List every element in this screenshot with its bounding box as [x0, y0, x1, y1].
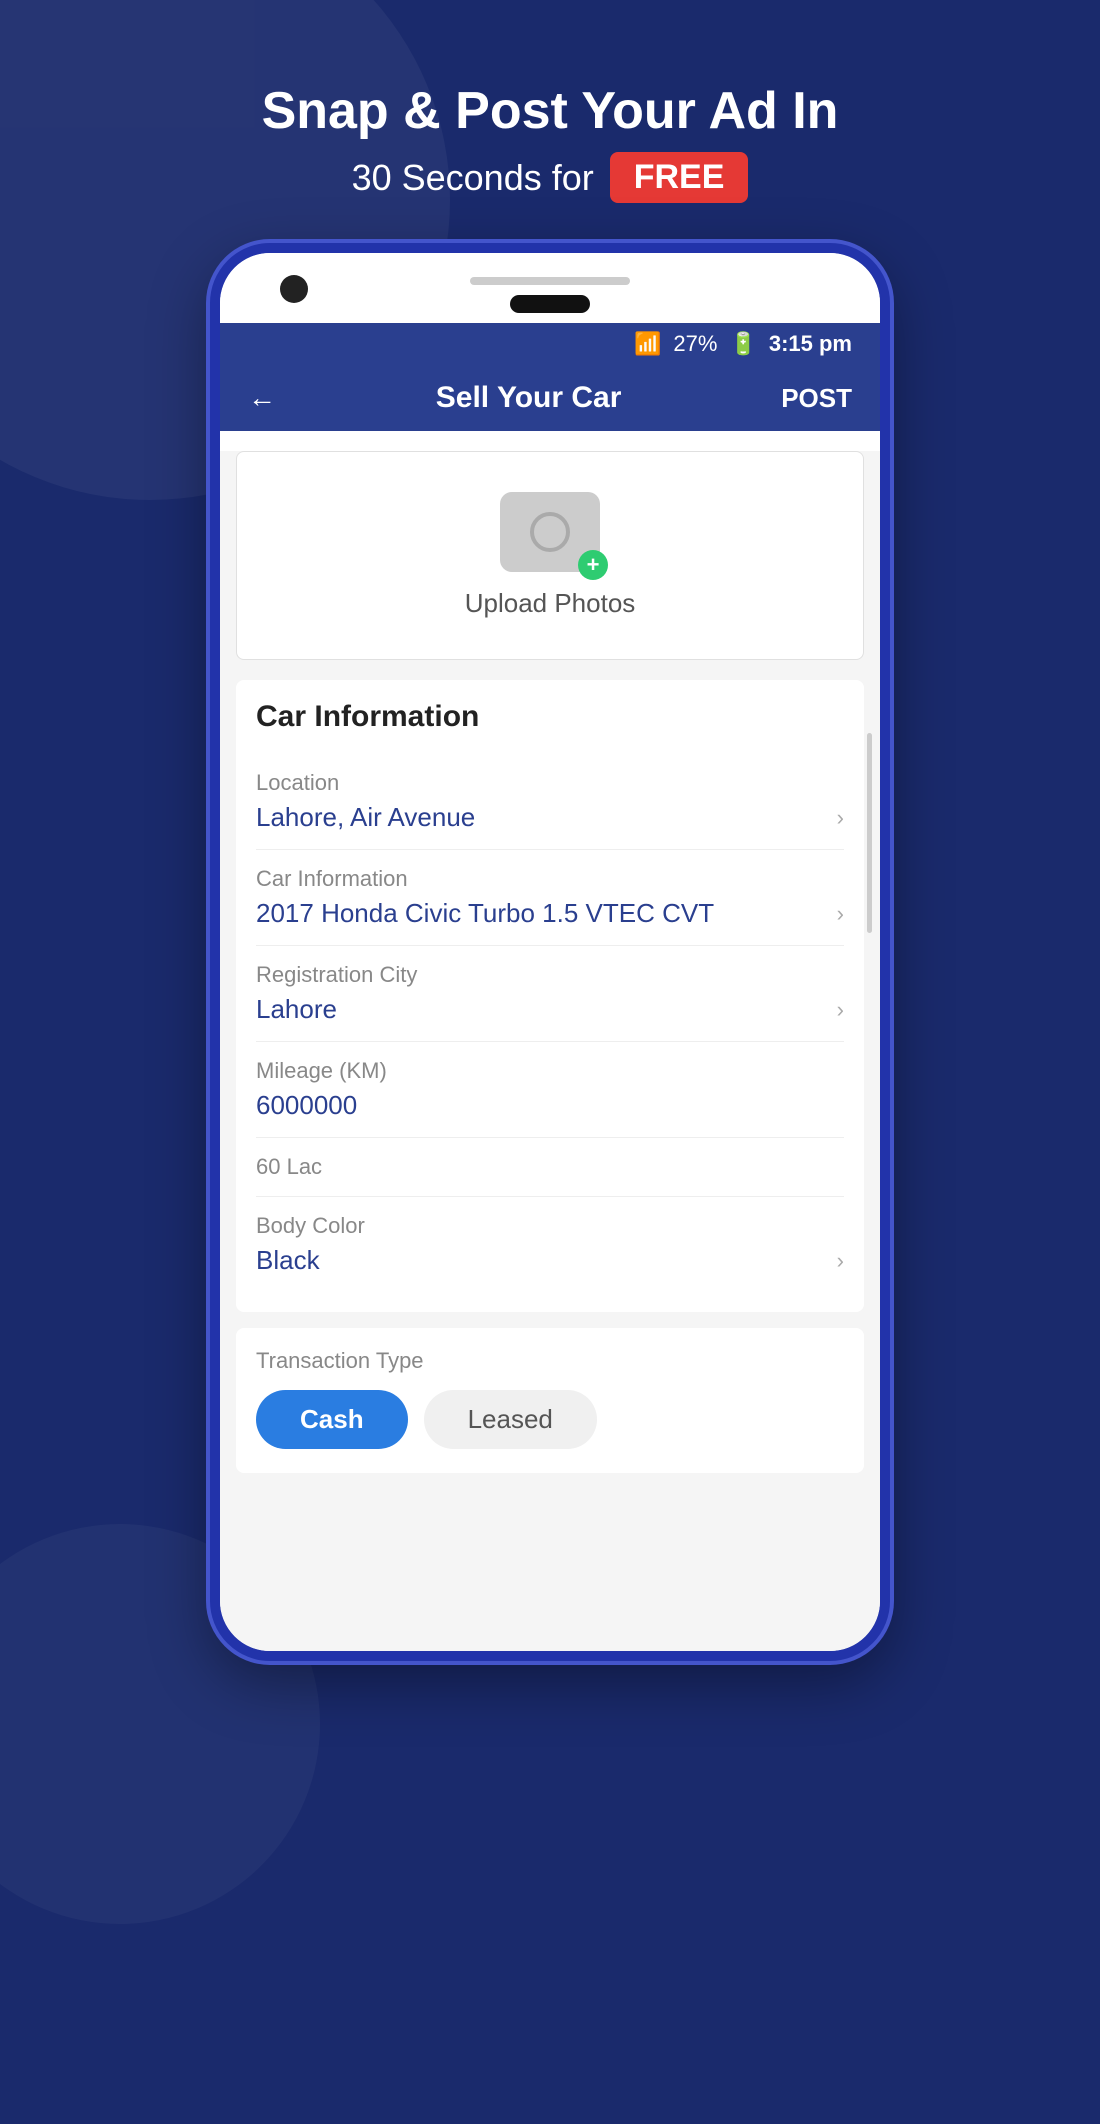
- subtitle-prefix: 30 Seconds for: [352, 157, 594, 199]
- camera-lens-icon: [530, 512, 570, 552]
- cash-button[interactable]: Cash: [256, 1390, 408, 1449]
- phone-pill: [510, 295, 590, 313]
- location-value: Lahore, Air Avenue: [256, 802, 475, 833]
- reg-city-label: Registration City: [256, 962, 844, 988]
- free-badge: FREE: [610, 152, 749, 203]
- battery-percent: 27%: [673, 331, 717, 357]
- mileage-row[interactable]: Mileage (KM) 6000000: [256, 1042, 844, 1138]
- status-bar: 📶 27% 🔋 3:15 pm: [220, 323, 880, 365]
- car-model-value-row: 2017 Honda Civic Turbo 1.5 VTEC CVT ›: [256, 898, 844, 929]
- reg-city-chevron-icon: ›: [837, 997, 844, 1023]
- body-color-value-row: Black ›: [256, 1245, 844, 1276]
- transaction-label: Transaction Type: [256, 1348, 844, 1374]
- reg-city-row[interactable]: Registration City Lahore ›: [256, 946, 844, 1042]
- back-button[interactable]: ←: [248, 382, 276, 414]
- upload-section[interactable]: + Upload Photos: [236, 451, 864, 660]
- upload-label: Upload Photos: [465, 588, 636, 619]
- scrollbar: [867, 733, 872, 933]
- phone-wrapper: 📶 27% 🔋 3:15 pm ← Sell Your Car POST + U…: [0, 243, 1100, 1661]
- header-section: Snap & Post Your Ad In 30 Seconds for FR…: [0, 0, 1100, 243]
- mileage-value: 6000000: [256, 1090, 357, 1121]
- transaction-section: Transaction Type Cash Leased: [236, 1328, 864, 1473]
- price-label: 60 Lac: [256, 1154, 322, 1179]
- post-button[interactable]: POST: [781, 383, 852, 414]
- phone-speaker: [470, 277, 630, 285]
- nav-title: Sell Your Car: [436, 381, 622, 415]
- car-model-value: 2017 Honda Civic Turbo 1.5 VTEC CVT: [256, 898, 714, 929]
- nav-bar: ← Sell Your Car POST: [220, 365, 880, 431]
- transaction-buttons: Cash Leased: [256, 1390, 844, 1449]
- body-color-row[interactable]: Body Color Black ›: [256, 1197, 844, 1292]
- status-time: 3:15 pm: [769, 331, 852, 357]
- car-model-row[interactable]: Car Information 2017 Honda Civic Turbo 1…: [256, 850, 844, 946]
- phone-top: [220, 253, 880, 323]
- battery-icon: 🔋: [729, 331, 756, 357]
- phone-camera: [280, 275, 308, 303]
- car-info-title: Car Information: [256, 700, 844, 734]
- header-title: Snap & Post Your Ad In: [0, 80, 1100, 142]
- body-color-label: Body Color: [256, 1213, 844, 1239]
- reg-city-value-row: Lahore ›: [256, 994, 844, 1025]
- phone-content: + Upload Photos Car Information Location…: [220, 451, 880, 1651]
- signal-icon: 📶: [634, 331, 661, 357]
- location-chevron-icon: ›: [837, 805, 844, 831]
- body-color-value: Black: [256, 1245, 320, 1276]
- camera-icon-wrapper: +: [500, 492, 600, 572]
- leased-button[interactable]: Leased: [424, 1390, 597, 1449]
- car-model-label: Car Information: [256, 866, 844, 892]
- price-row: 60 Lac: [256, 1138, 844, 1197]
- car-info-section: Car Information Location Lahore, Air Ave…: [236, 680, 864, 1312]
- mileage-label: Mileage (KM): [256, 1058, 844, 1084]
- location-value-row: Lahore, Air Avenue ›: [256, 802, 844, 833]
- phone-device: 📶 27% 🔋 3:15 pm ← Sell Your Car POST + U…: [210, 243, 890, 1661]
- plus-icon: +: [578, 550, 608, 580]
- location-row[interactable]: Location Lahore, Air Avenue ›: [256, 754, 844, 850]
- location-label: Location: [256, 770, 844, 796]
- header-subtitle: 30 Seconds for FREE: [0, 152, 1100, 203]
- mileage-value-row: 6000000: [256, 1090, 844, 1121]
- body-color-chevron-icon: ›: [837, 1248, 844, 1274]
- reg-city-value: Lahore: [256, 994, 337, 1025]
- car-model-chevron-icon: ›: [837, 901, 844, 927]
